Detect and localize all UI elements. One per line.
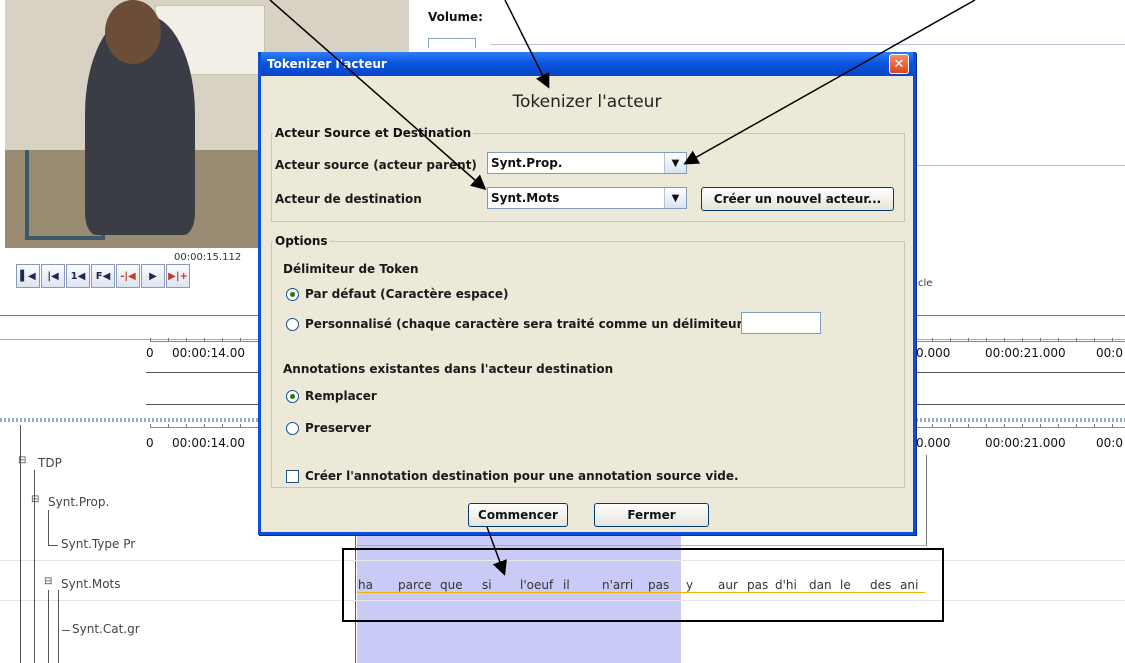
arrow-to-heading: [504, 0, 550, 89]
arrow-to-source-combo: [683, 0, 976, 165]
annotation-arrows: [269, 0, 976, 576]
arrow-to-tokens: [486, 526, 507, 576]
arrow-to-dest-actor: [269, 0, 487, 190]
